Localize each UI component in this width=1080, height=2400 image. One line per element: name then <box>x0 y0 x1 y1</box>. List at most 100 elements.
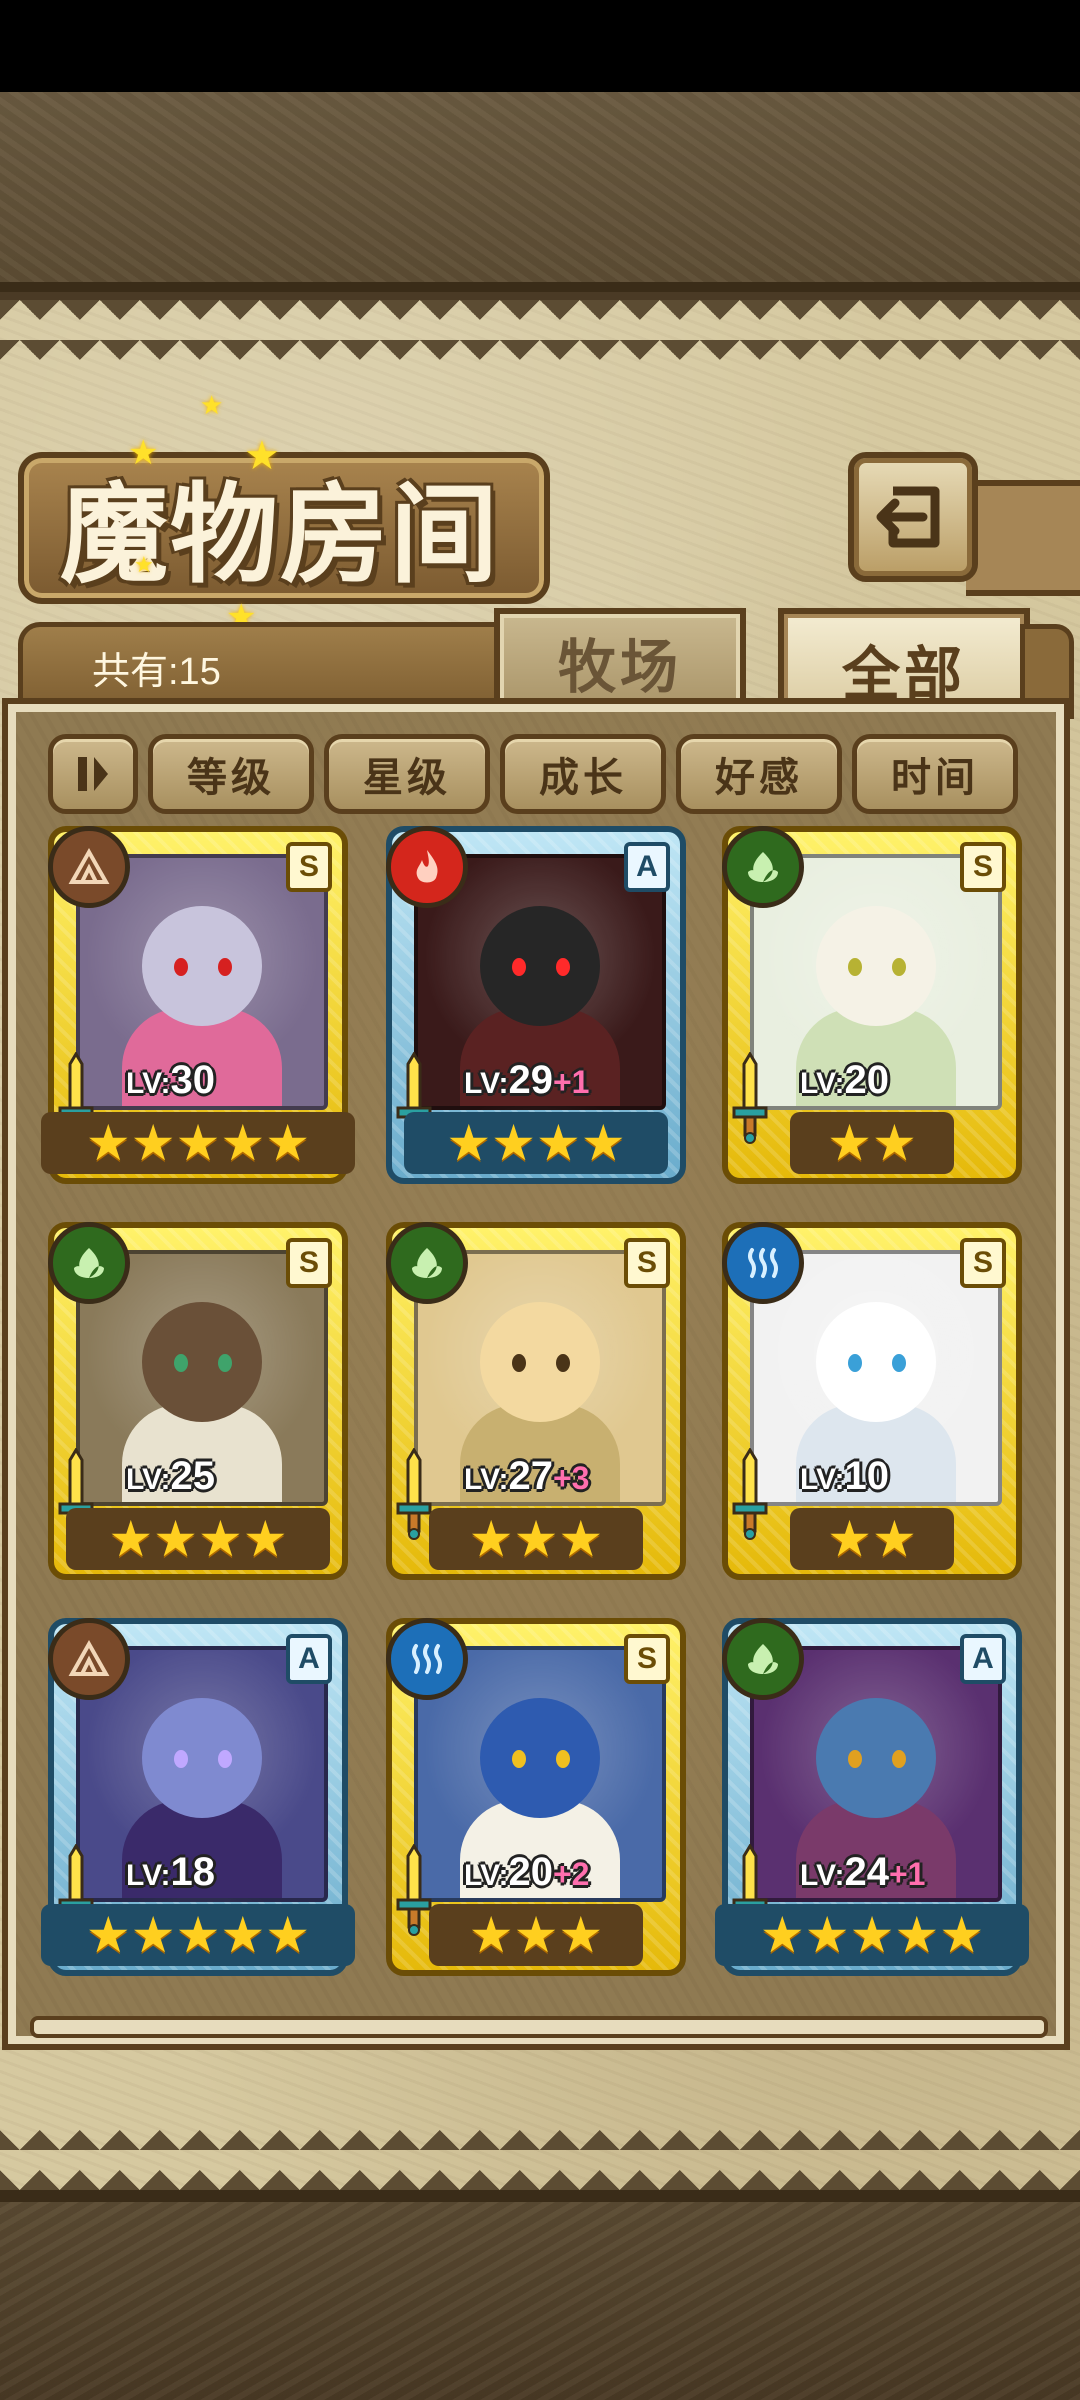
monster-card[interactable]: S LV:20 ★ ★ <box>722 826 1022 1184</box>
level-prefix: LV: <box>464 1067 509 1100</box>
level-value: 10 <box>844 1454 889 1498</box>
monster-eye <box>892 1354 906 1372</box>
star-icon: ★ <box>536 1115 581 1171</box>
star-icon: ★ <box>468 1511 514 1567</box>
wood-element-icon <box>722 826 804 908</box>
sparkle-star-icon: ★ <box>244 434 280 478</box>
monster-eye <box>174 958 188 976</box>
panel-bottom-rail <box>30 2016 1048 2038</box>
star-icon: ★ <box>85 1115 131 1171</box>
star-rating: ★ ★ ★ ★ <box>66 1508 330 1570</box>
star-icon: ★ <box>558 1511 604 1567</box>
monster-head <box>480 906 600 1026</box>
level-bonus: +1 <box>552 1064 590 1100</box>
sparkle-star-icon: ★ <box>134 552 154 577</box>
level-prefix: LV: <box>126 1067 171 1100</box>
sort-order-toggle-button[interactable] <box>48 734 138 814</box>
sword-icon <box>732 1051 768 1144</box>
wood-element-icon <box>386 1222 468 1304</box>
monster-eye <box>892 958 906 976</box>
map-background-bottom <box>0 2190 1080 2400</box>
monster-head <box>480 1698 600 1818</box>
monster-eye <box>174 1750 188 1768</box>
level-bonus: +1 <box>888 1856 926 1892</box>
level-bonus: +2 <box>552 1856 590 1892</box>
star-icon: ★ <box>198 1511 243 1567</box>
level-value: 25 <box>170 1454 215 1498</box>
star-icon: ★ <box>827 1115 872 1171</box>
monster-eye <box>556 1354 570 1372</box>
star-rating: ★ ★ ★ ★ <box>404 1112 668 1174</box>
sword-glyph <box>732 1447 768 1540</box>
earth-glyph <box>68 1639 110 1676</box>
monster-eye <box>848 1750 862 1768</box>
sort-by-level-button[interactable]: 等级 <box>148 734 314 814</box>
level-prefix: LV: <box>464 1859 509 1892</box>
monster-level: LV:30 <box>126 1058 215 1103</box>
wood-glyph <box>748 852 778 882</box>
monster-card[interactable]: S LV:27+3 ★ ★ ★ <box>386 1222 686 1580</box>
star-icon: ★ <box>491 1115 536 1171</box>
star-rating: ★ ★ ★ ★ ★ <box>715 1904 1029 1966</box>
wood-element-icon <box>48 1222 130 1304</box>
star-icon: ★ <box>242 1511 288 1567</box>
monster-level: LV:27+3 <box>464 1454 589 1499</box>
monster-head <box>480 1302 600 1422</box>
monster-eye <box>218 958 232 976</box>
monster-eye <box>556 958 570 976</box>
monster-level: LV:25 <box>126 1454 215 1499</box>
rank-badge: S <box>286 1238 332 1288</box>
star-icon: ★ <box>265 1115 311 1171</box>
monster-card[interactable]: S LV:30 ★ ★ ★ ★ ★ <box>41 826 355 1184</box>
level-prefix: LV: <box>800 1463 845 1496</box>
sort-by-growth-button[interactable]: 成长 <box>500 734 666 814</box>
monster-head <box>816 1302 936 1422</box>
star-rating: ★ ★ <box>790 1508 954 1570</box>
monster-card[interactable]: S LV:25 ★ ★ ★ ★ <box>48 1222 348 1580</box>
sword-glyph <box>396 1843 432 1936</box>
monster-eye <box>892 1750 906 1768</box>
rank-badge: A <box>286 1634 332 1684</box>
map-background-top <box>0 92 1080 292</box>
monster-level: LV:24+1 <box>800 1850 925 1895</box>
water-element-icon <box>386 1618 468 1700</box>
back-button[interactable] <box>848 452 978 582</box>
star-icon: ★ <box>85 1907 131 1963</box>
wood-element-icon <box>722 1618 804 1700</box>
level-value: 24 <box>844 1850 889 1894</box>
monster-card[interactable]: A LV:29+1 ★ ★ ★ ★ <box>386 826 686 1184</box>
star-icon: ★ <box>220 1115 266 1171</box>
water-glyph <box>412 1644 442 1674</box>
level-value: 27 <box>508 1454 553 1498</box>
monster-eye <box>174 1354 188 1372</box>
monster-head <box>816 906 936 1026</box>
rank-badge: S <box>960 842 1006 892</box>
level-prefix: LV: <box>126 1463 171 1496</box>
return-arrow-icon <box>876 486 940 548</box>
monster-head <box>142 1698 262 1818</box>
star-icon: ★ <box>513 1511 559 1567</box>
monster-eye <box>512 1354 526 1372</box>
sort-by-affection-button[interactable]: 好感 <box>676 734 842 814</box>
monster-card[interactable]: S LV:10 ★ ★ <box>722 1222 1022 1580</box>
monster-eye <box>218 1750 232 1768</box>
water-element-icon <box>722 1222 804 1304</box>
level-value: 29 <box>508 1058 553 1102</box>
star-icon: ★ <box>849 1907 895 1963</box>
tab-pasture[interactable]: 牧场 <box>494 608 746 710</box>
monster-eye <box>556 1750 570 1768</box>
monster-card[interactable]: S LV:20+2 ★ ★ ★ <box>386 1618 686 1976</box>
earth-element-icon <box>48 1618 130 1700</box>
level-value: 20 <box>508 1850 553 1894</box>
sort-by-star-button[interactable]: 星级 <box>324 734 490 814</box>
wood-glyph <box>412 1248 442 1278</box>
star-icon: ★ <box>580 1115 626 1171</box>
page-title: 魔物房间 <box>60 473 501 598</box>
star-rating: ★ ★ ★ <box>429 1904 643 1966</box>
monster-count: 共有:15 <box>92 651 221 693</box>
monster-card[interactable]: A LV:24+1 ★ ★ ★ ★ ★ <box>715 1618 1029 1976</box>
star-icon: ★ <box>872 1115 917 1171</box>
monster-card[interactable]: A LV:18 ★ ★ ★ ★ ★ <box>41 1618 355 1976</box>
sort-by-time-button[interactable]: 时间 <box>852 734 1018 814</box>
star-icon: ★ <box>130 1115 176 1171</box>
